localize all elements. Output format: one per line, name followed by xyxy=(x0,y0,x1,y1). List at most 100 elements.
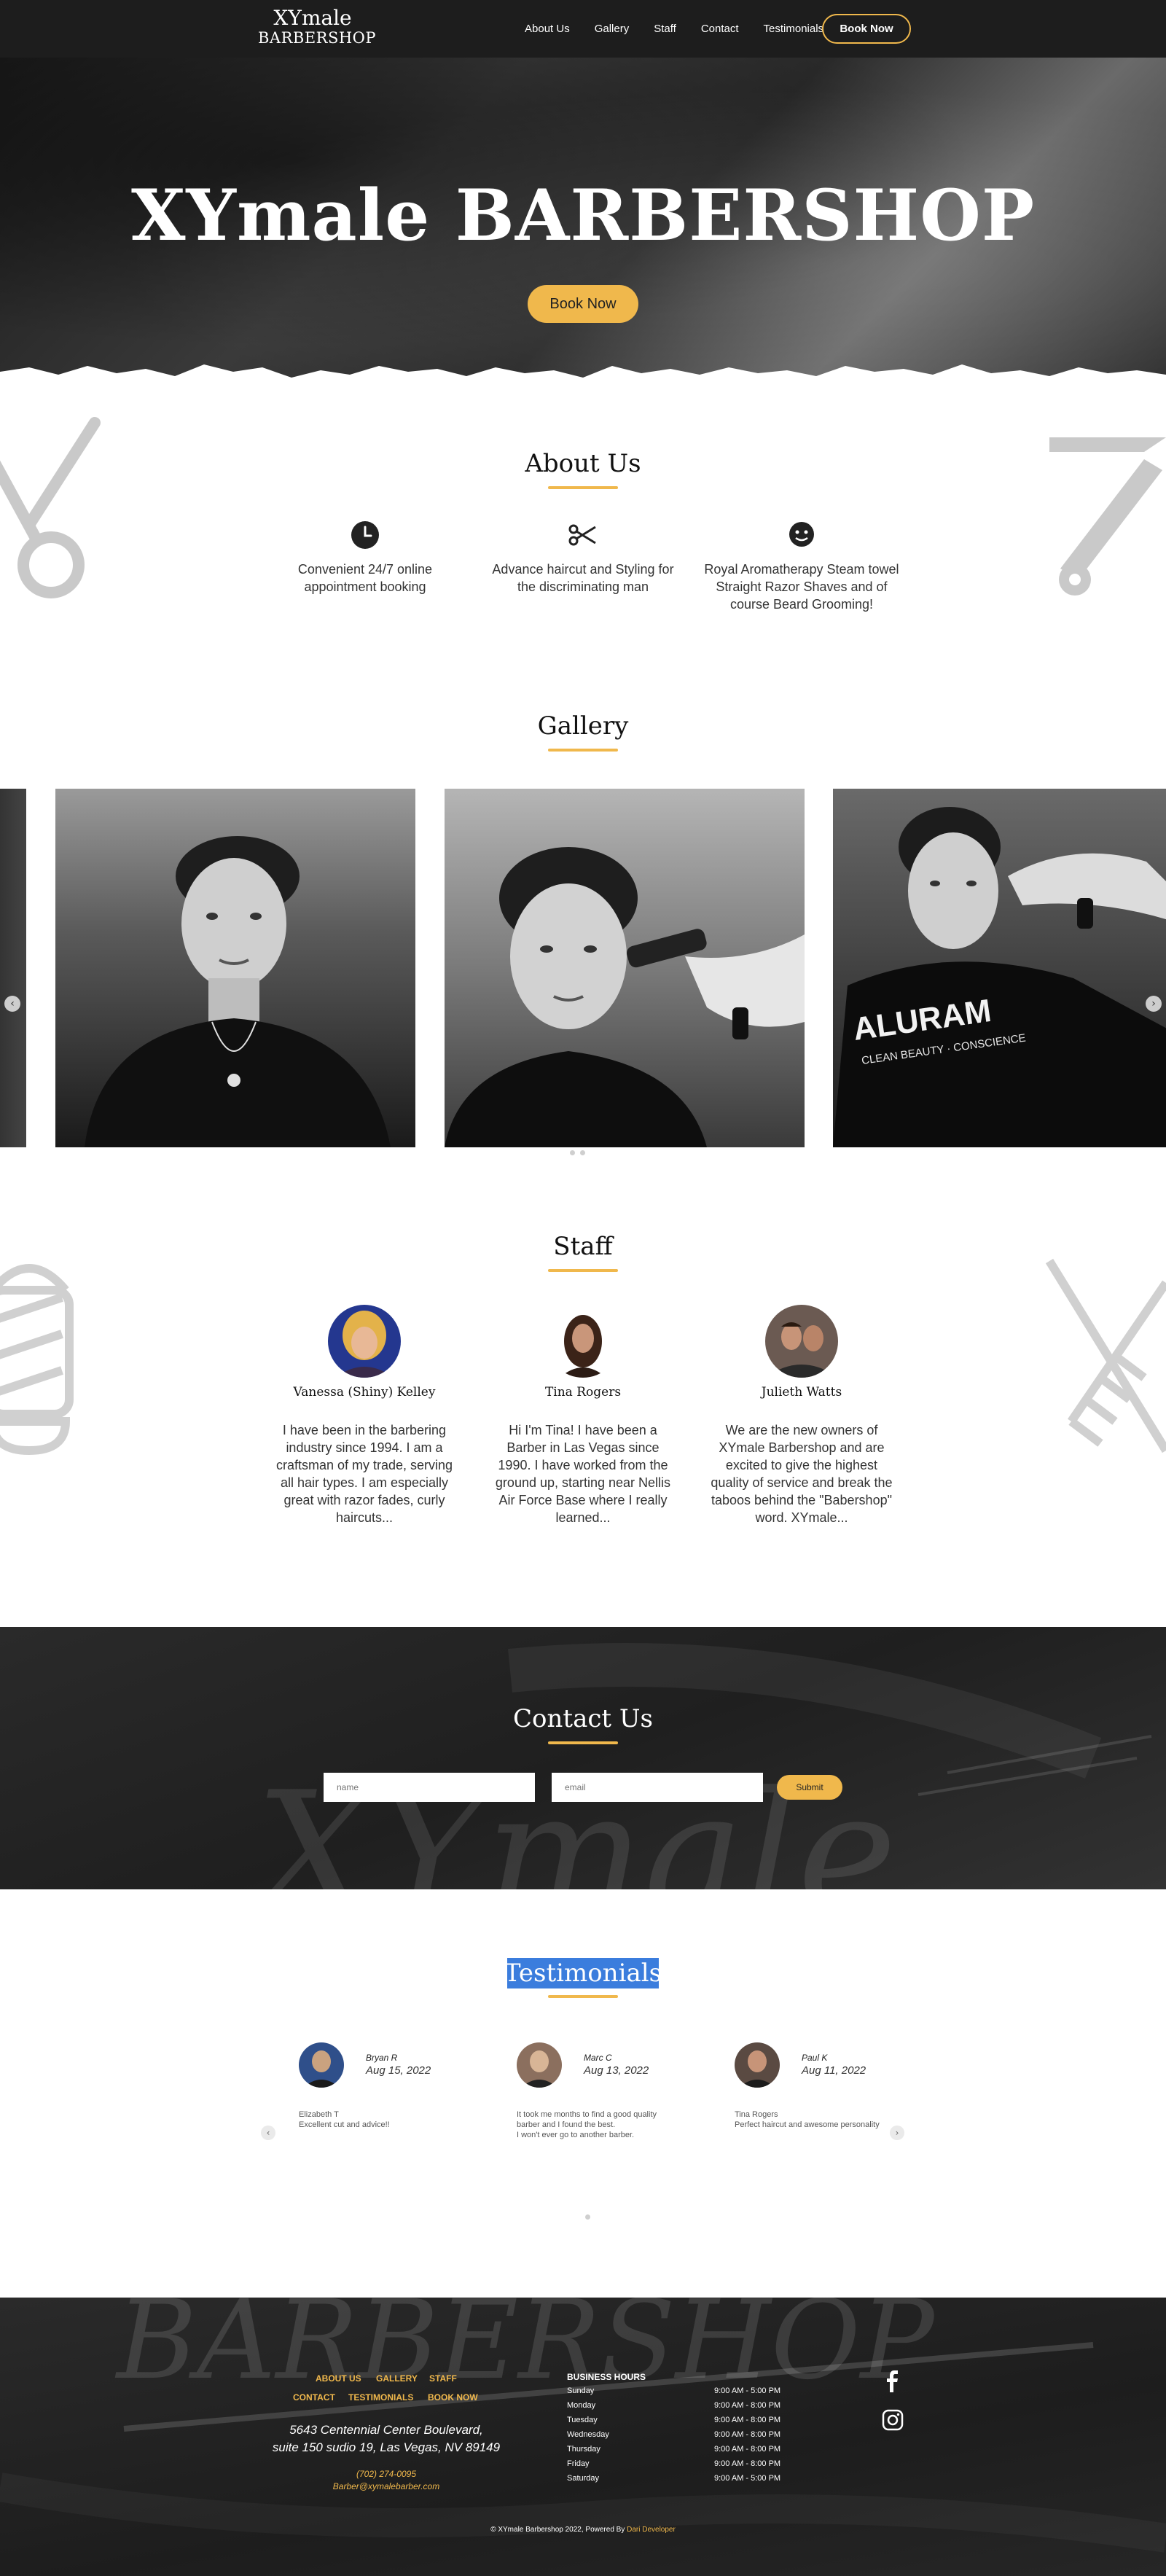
testimonial-line: Excellent cut and advice!! xyxy=(299,2120,390,2129)
testimonials-title: Testimonials xyxy=(504,1959,662,1988)
gallery-photo-3[interactable]: ALURAM CLEAN BEAUTY · CONSCIENCE xyxy=(833,789,1166,1147)
footer-address-line-2: suite 150 sudio 19, Las Vegas, NV 89149 xyxy=(272,2440,501,2454)
about-us-title: About Us xyxy=(525,449,641,478)
contact-section: XYmale Contact Us Submit xyxy=(0,1627,1166,1889)
staff-card-julieth: Julieth Watts We are the new owners of X… xyxy=(703,1305,900,1526)
gallery-prev-arrow[interactable]: ‹ xyxy=(4,996,20,1012)
hours-time: 9:00 AM - 8:00 PM xyxy=(714,2416,781,2424)
site-footer: BARBERSHOP ABOUT US GALLERY STAFF CONTAC… xyxy=(0,2298,1166,2576)
contact-submit-button[interactable]: Submit xyxy=(777,1775,842,1800)
nav-link-staff[interactable]: Staff xyxy=(654,23,676,35)
testimonial-line: Elizabeth T xyxy=(299,2110,339,2119)
gallery-photo-2[interactable] xyxy=(445,789,805,1147)
testimonials-prev-arrow[interactable]: ‹ xyxy=(261,2126,275,2140)
scissors-decoration-icon xyxy=(0,417,101,598)
logo-text-top: XYmale xyxy=(273,6,352,30)
facebook-icon[interactable] xyxy=(882,2370,904,2392)
staff-name: Julieth Watts xyxy=(761,1385,842,1400)
footer-link-staff[interactable]: STAFF xyxy=(429,2373,457,2384)
testimonial-body: Tina Rogers Perfect haircut and awesome … xyxy=(735,2109,880,2130)
testimonial-date: Aug 15, 2022 xyxy=(366,2064,431,2077)
footer-link-testimonials[interactable]: TESTIMONIALS xyxy=(348,2392,413,2403)
staff-name: Vanessa (Shiny) Kelley xyxy=(293,1385,436,1400)
nav-link-testimonials[interactable]: Testimonials xyxy=(764,23,824,35)
feature-text: Advance haircut and Styling for the disc… xyxy=(492,562,674,594)
contact-us-underline xyxy=(548,1741,618,1744)
staff-name: Tina Rogers xyxy=(544,1385,622,1400)
testimonials-underline xyxy=(548,1995,618,1998)
footer-link-gallery[interactable]: GALLERY xyxy=(376,2373,418,2384)
testimonial-line: It took me months to find a good quality… xyxy=(517,2110,657,2129)
nav-book-now-button[interactable]: Book Now xyxy=(822,14,911,44)
staff-bio: Hi I'm Tina! I have been a Barber in Las… xyxy=(495,1423,671,1525)
gallery-dot-1[interactable] xyxy=(570,1150,575,1155)
hours-day: Saturday xyxy=(567,2474,600,2483)
hours-time: 9:00 AM - 5:00 PM xyxy=(714,2474,781,2483)
avatar xyxy=(299,2042,344,2088)
testimonial-line: I won't ever go to another barber. xyxy=(517,2131,635,2139)
comb-razor-decoration-icon xyxy=(1045,1258,1166,1453)
staff-bio: We are the new owners of XYmale Barbersh… xyxy=(711,1423,893,1525)
footer-phone-link[interactable]: (702) 274-0095 xyxy=(255,2469,517,2479)
scissors-icon xyxy=(568,524,596,546)
instagram-icon[interactable] xyxy=(882,2409,904,2431)
contact-email-input[interactable] xyxy=(552,1773,763,1802)
nav-link-contact[interactable]: Contact xyxy=(701,23,739,35)
testimonials-next-arrow[interactable]: › xyxy=(890,2126,904,2140)
avatar[interactable] xyxy=(328,1305,401,1378)
hours-day: Sunday xyxy=(567,2386,595,2395)
footer-link-contact[interactable]: CONTACT xyxy=(293,2392,335,2403)
gallery-next-arrow[interactable]: › xyxy=(1146,996,1162,1012)
nav-link-about-us[interactable]: About Us xyxy=(525,23,570,35)
staff-card-vanessa: Vanessa (Shiny) Kelley I have been in th… xyxy=(266,1305,463,1526)
avatar xyxy=(735,2042,780,2088)
footer-email-link[interactable]: Barber@xymalebarber.com xyxy=(255,2481,517,2491)
portrait-man-black-shirt xyxy=(85,836,391,1147)
nav-links: About Us Gallery Staff Contact Testimoni… xyxy=(525,0,848,58)
avatar[interactable] xyxy=(765,1305,838,1378)
hours-time: 9:00 AM - 8:00 PM xyxy=(714,2459,781,2468)
contact-name-input[interactable] xyxy=(324,1773,535,1802)
gallery-title: Gallery xyxy=(537,711,629,741)
developer-link[interactable]: Dari Developer xyxy=(627,2526,676,2534)
contact-us-title: Contact Us xyxy=(513,1704,653,1733)
gallery-underline xyxy=(548,749,618,752)
about-us-underline xyxy=(548,486,618,489)
gallery-dot-2[interactable] xyxy=(580,1150,585,1155)
gallery-photo-partial-left[interactable] xyxy=(0,789,26,1147)
testimonial-line: Tina Rogers xyxy=(735,2110,778,2119)
copyright-text: © XYmale Barbershop 2022, Powered By Dar… xyxy=(0,2526,1166,2534)
hours-time: 9:00 AM - 8:00 PM xyxy=(714,2445,781,2454)
avatar xyxy=(517,2042,562,2088)
testimonials-dot[interactable] xyxy=(585,2214,590,2220)
footer-link-book-now[interactable]: BOOK NOW xyxy=(428,2392,478,2403)
feature-text: Royal Aromatherapy Steam towel Straight … xyxy=(704,562,899,612)
nav-link-gallery[interactable]: Gallery xyxy=(595,23,630,35)
testimonial-author: Paul K xyxy=(802,2053,828,2063)
barber-pole-decoration-icon xyxy=(0,1264,74,1456)
feature-online-booking: Convenient 24/7 online appointment booki… xyxy=(267,520,463,596)
business-hours-title: BUSINESS HOURS xyxy=(567,2372,646,2382)
hero-title: XYmale BARBERSHOP xyxy=(130,174,1036,257)
testimonial-body: Elizabeth T Excellent cut and advice!! xyxy=(299,2109,445,2130)
hours-day: Monday xyxy=(567,2401,596,2410)
avatar[interactable] xyxy=(547,1305,619,1378)
copyright-prefix: © XYmale Barbershop 2022, Powered By xyxy=(490,2526,625,2534)
site-logo[interactable]: XYmale BARBERSHOP xyxy=(258,6,376,51)
footer-address-line-1: 5643 Centennial Center Boulevard, xyxy=(289,2423,483,2437)
testimonial-author: Marc C xyxy=(584,2053,612,2063)
testimonial-date: Aug 13, 2022 xyxy=(584,2064,649,2077)
clock-icon xyxy=(351,521,379,549)
footer-link-about-us[interactable]: ABOUT US xyxy=(316,2373,361,2384)
torn-paper-edge xyxy=(0,364,1166,408)
hours-time: 9:00 AM - 5:00 PM xyxy=(714,2386,781,2395)
feature-royal-shave: Royal Aromatherapy Steam towel Straight … xyxy=(703,520,900,613)
staff-title: Staff xyxy=(553,1232,613,1261)
hours-day: Friday xyxy=(567,2459,590,2468)
bearded-face-icon xyxy=(789,522,814,547)
feature-text: Convenient 24/7 online appointment booki… xyxy=(297,562,433,594)
hero-book-now-button[interactable]: Book Now xyxy=(528,285,638,323)
testimonial-author: Bryan R xyxy=(366,2053,398,2063)
staff-underline xyxy=(548,1269,618,1272)
gallery-photo-1[interactable] xyxy=(55,789,415,1147)
